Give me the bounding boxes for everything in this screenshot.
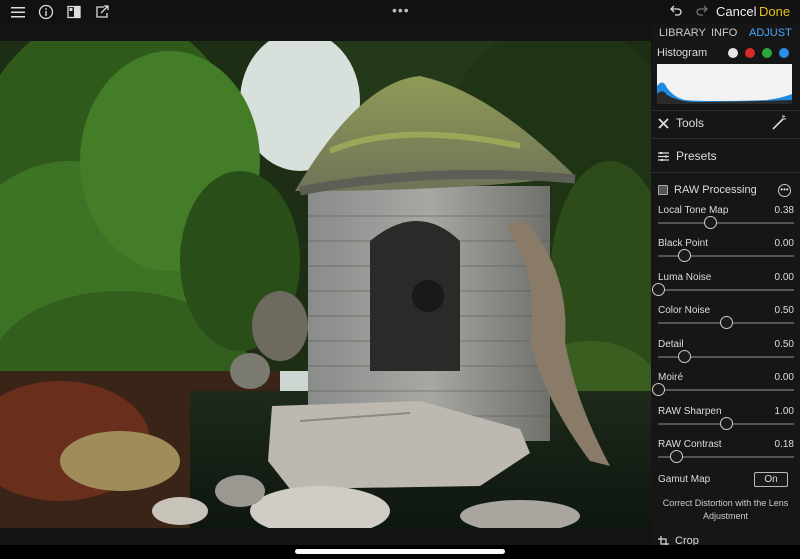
- done-button[interactable]: Done: [759, 4, 790, 19]
- bottom-bar: [0, 545, 800, 559]
- histogram-graph: [657, 64, 792, 104]
- slider-label: Luma Noise: [658, 272, 712, 283]
- slider-track[interactable]: [658, 389, 794, 391]
- slider-thumb[interactable]: [703, 216, 717, 229]
- photo-preview[interactable]: [0, 41, 651, 528]
- slider-black-point[interactable]: Black Point 0.00: [658, 238, 794, 271]
- slider-raw-contrast[interactable]: RAW Contrast 0.18: [658, 439, 794, 472]
- presets-label: Presets: [676, 149, 717, 163]
- slider-thumb[interactable]: [677, 249, 691, 262]
- slider-local-tone-map[interactable]: Local Tone Map 0.38: [658, 205, 794, 238]
- crop-icon: [658, 535, 669, 545]
- presets-icon: [658, 151, 669, 161]
- slider-value: 0.00: [774, 238, 794, 249]
- slider-track[interactable]: [658, 222, 794, 224]
- slider-value: 0.18: [774, 439, 794, 450]
- tools-row[interactable]: Tools: [657, 116, 704, 130]
- slider-raw-sharpen[interactable]: RAW Sharpen 1.00: [658, 406, 794, 439]
- slider-label: Moiré: [658, 372, 684, 383]
- raw-processing-checkbox[interactable]: [658, 185, 668, 195]
- histogram-blue-channel-button[interactable]: [779, 48, 789, 58]
- crop-label: Crop: [675, 535, 699, 545]
- home-indicator[interactable]: [295, 549, 505, 554]
- slider-label: RAW Contrast: [658, 439, 722, 450]
- tab-library[interactable]: LIBRARY: [659, 27, 706, 39]
- slider-label: RAW Sharpen: [658, 406, 722, 417]
- slider-value: 0.50: [774, 305, 794, 316]
- export-icon[interactable]: [94, 4, 110, 20]
- histogram-green-channel-button[interactable]: [762, 48, 772, 58]
- photo-canvas-area: [0, 24, 651, 545]
- slider-value: 1.00: [774, 406, 794, 417]
- presets-row[interactable]: Presets: [657, 149, 717, 163]
- histogram-all-channel-button[interactable]: [728, 48, 738, 58]
- slider-value: 0.50: [774, 339, 794, 350]
- correct-distortion-link[interactable]: Correct Distortion with the Lens Adjustm…: [657, 497, 794, 523]
- histogram-title: Histogram: [657, 47, 708, 59]
- slider-value: 0.00: [774, 272, 794, 283]
- cancel-button[interactable]: Cancel: [716, 4, 756, 19]
- slider-luma-noise[interactable]: Luma Noise 0.00: [652, 272, 794, 305]
- gamut-map-toggle[interactable]: On: [754, 472, 788, 487]
- raw-processing-title: RAW Processing: [674, 184, 757, 196]
- raw-processing-header[interactable]: RAW Processing: [658, 184, 757, 196]
- tools-label: Tools: [676, 116, 705, 130]
- adjust-panel: LIBRARY INFO ADJUST Histogram Tools Pres…: [651, 24, 800, 545]
- tools-icon: [658, 117, 669, 129]
- slider-track[interactable]: [658, 289, 794, 291]
- top-toolbar: ••• Cancel Done: [0, 0, 800, 24]
- histogram-red-channel-button[interactable]: [745, 48, 755, 58]
- slider-label: Local Tone Map: [658, 205, 729, 216]
- slider-label: Color Noise: [658, 305, 711, 316]
- magic-wand-icon[interactable]: [770, 114, 788, 132]
- slider-value: 0.00: [774, 372, 794, 383]
- slider-moire[interactable]: Moiré 0.00: [652, 372, 794, 405]
- crop-row[interactable]: Crop: [658, 535, 699, 545]
- hamburger-icon[interactable]: [10, 4, 26, 20]
- slider-label: Detail: [658, 339, 684, 350]
- slider-thumb[interactable]: [669, 450, 683, 463]
- slider-color-noise[interactable]: Color Noise 0.50: [658, 305, 794, 338]
- slider-thumb[interactable]: [652, 283, 665, 296]
- slider-detail[interactable]: Detail 0.50: [658, 339, 794, 372]
- slider-thumb[interactable]: [652, 383, 665, 396]
- slider-value: 0.38: [774, 205, 794, 216]
- gamut-map-label: Gamut Map: [658, 474, 711, 485]
- compare-icon[interactable]: [66, 4, 82, 20]
- tab-info[interactable]: INFO: [711, 27, 737, 39]
- more-dots-icon[interactable]: •••: [392, 2, 410, 18]
- slider-thumb[interactable]: [720, 316, 733, 329]
- info-icon[interactable]: [38, 4, 54, 20]
- slider-thumb[interactable]: [720, 417, 733, 430]
- redo-icon[interactable]: [696, 3, 708, 20]
- slider-thumb[interactable]: [677, 350, 691, 363]
- slider-label: Black Point: [658, 238, 709, 249]
- tab-adjust[interactable]: ADJUST: [749, 27, 792, 39]
- more-options-icon[interactable]: •••: [778, 184, 791, 197]
- undo-icon[interactable]: [670, 3, 682, 20]
